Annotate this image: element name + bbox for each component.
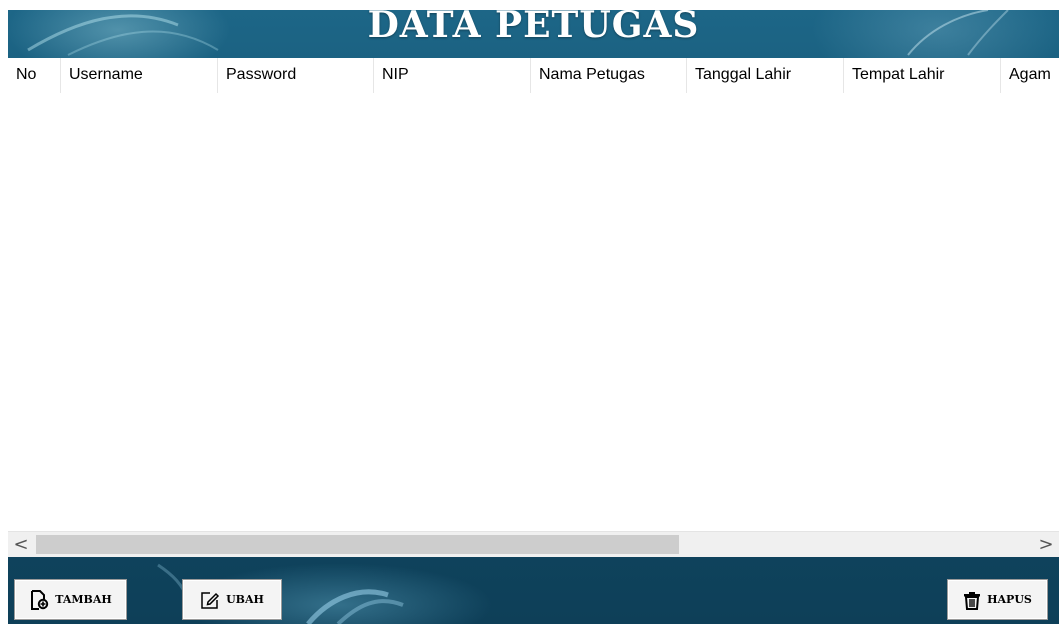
edit-icon: [200, 590, 220, 610]
column-header-nama-petugas[interactable]: Nama Petugas: [531, 58, 687, 93]
column-header-tanggal-lahir[interactable]: Tanggal Lahir: [687, 58, 844, 93]
trash-icon: [963, 590, 981, 610]
column-header-password[interactable]: Password: [218, 58, 374, 93]
column-header-username[interactable]: Username: [61, 58, 218, 93]
hapus-label: HAPUS: [987, 593, 1032, 606]
ubah-label: UBAH: [226, 593, 264, 606]
petugas-window: DATA PETUGAS No Username Password NIP Na…: [8, 10, 1059, 624]
ubah-button[interactable]: UBAH: [182, 579, 282, 620]
column-header-nip[interactable]: NIP: [374, 58, 531, 93]
table-body[interactable]: [8, 93, 1059, 531]
scrollbar-thumb[interactable]: [36, 535, 679, 554]
column-header-no[interactable]: No: [8, 58, 61, 93]
tambah-label: TAMBAH: [55, 593, 112, 606]
horizontal-scrollbar[interactable]: < >: [8, 531, 1059, 557]
tambah-button[interactable]: TAMBAH: [14, 579, 127, 620]
column-header-agama[interactable]: Agam: [1001, 58, 1059, 93]
column-header-tempat-lahir[interactable]: Tempat Lahir: [844, 58, 1001, 93]
page-title: DATA PETUGAS: [367, 10, 700, 46]
hapus-button[interactable]: HAPUS: [947, 579, 1048, 620]
add-document-icon: [29, 589, 49, 610]
petugas-table[interactable]: No Username Password NIP Nama Petugas Ta…: [8, 58, 1059, 557]
table-header: No Username Password NIP Nama Petugas Ta…: [8, 58, 1059, 94]
scroll-right-button[interactable]: >: [1033, 532, 1059, 557]
scroll-left-button[interactable]: <: [8, 532, 34, 557]
